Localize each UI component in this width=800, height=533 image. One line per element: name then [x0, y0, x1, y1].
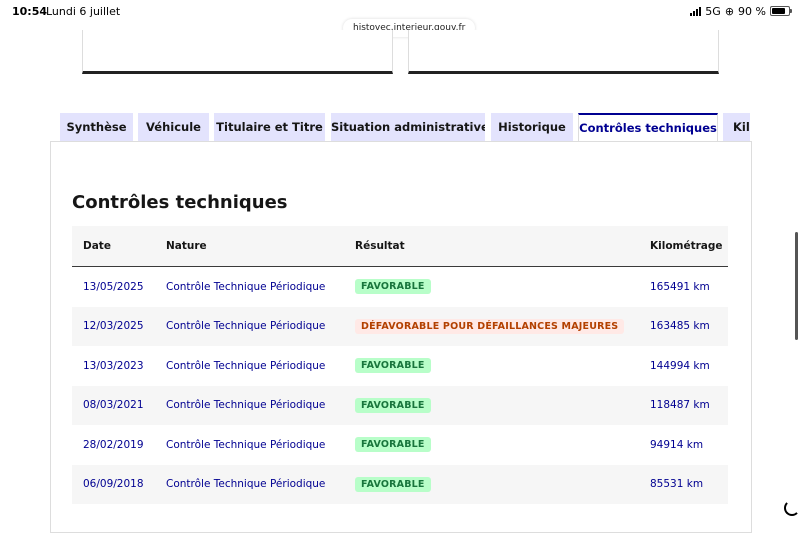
tab-historique[interactable]: Historique: [491, 113, 573, 142]
cell-date: 12/03/2025: [72, 306, 166, 346]
cell-date: 28/02/2019: [83, 438, 144, 451]
column-header-km: Kilométrage: [650, 226, 728, 267]
cellular-signal-icon: [690, 7, 702, 16]
column-header-nature: Nature: [166, 226, 355, 267]
cell-date: 13/05/2025: [83, 280, 144, 293]
result-badge-favorable: FAVORABLE: [355, 476, 431, 492]
result-badge-favorable: FAVORABLE: [355, 358, 431, 374]
cell-result: FAVORABLE: [355, 385, 650, 425]
scrollbar[interactable]: [795, 232, 798, 340]
table-row: 06/09/2018 Contrôle Technique Périodique…: [72, 464, 728, 504]
cell-nature: Contrôle Technique Périodique: [166, 280, 326, 293]
table-row: 13/05/2025 Contrôle Technique Périodique…: [72, 267, 728, 307]
cell-nature: Contrôle Technique Périodique: [166, 359, 326, 372]
cell-km: 118487 km: [650, 385, 728, 425]
info-card-left: [82, 30, 393, 74]
cell-result: FAVORABLE: [355, 267, 650, 307]
network-type: 5G: [705, 5, 721, 18]
cell-date: 13/03/2023: [83, 359, 144, 372]
cell-nature: Contrôle Technique Périodique: [166, 306, 355, 346]
cell-km: 163485 km: [650, 306, 728, 346]
battery-level: [772, 8, 785, 14]
status-indicators: 5G ⊕ 90 %: [690, 5, 766, 18]
result-badge-favorable: FAVORABLE: [355, 437, 431, 453]
tab-controles-techniques[interactable]: Contrôles techniques: [578, 113, 718, 142]
cell-nature: Contrôle Technique Périodique: [166, 464, 355, 504]
cell-result: DÉFAVORABLE POUR DÉFAILLANCES MAJEURES: [355, 306, 650, 346]
section-title: Contrôles techniques: [72, 192, 288, 213]
tab-synthese[interactable]: Synthèse: [60, 113, 133, 142]
cell-result: FAVORABLE: [355, 346, 650, 386]
table-row: 13/03/2023 Contrôle Technique Périodique…: [72, 346, 728, 386]
loading-spinner-icon: [784, 500, 800, 516]
result-badge-favorable: FAVORABLE: [355, 397, 431, 413]
cell-km: 165491 km: [650, 280, 710, 293]
column-header-result: Résultat: [355, 226, 650, 267]
result-badge-favorable: FAVORABLE: [355, 279, 431, 295]
tab-situation-administrative[interactable]: Situation administrative: [331, 113, 485, 142]
info-card-right: [408, 30, 719, 74]
cell-result: FAVORABLE: [355, 464, 650, 504]
cell-nature: Contrôle Technique Périodique: [166, 385, 355, 425]
tab-titulaire[interactable]: Titulaire et Titre: [214, 113, 325, 142]
result-badge-defavorable: DÉFAVORABLE POUR DÉFAILLANCES MAJEURES: [355, 318, 625, 334]
cell-date: 06/09/2018: [72, 464, 166, 504]
battery-icon: [770, 6, 792, 16]
clock: 10:54: [12, 5, 48, 18]
battery-percent: 90 %: [738, 5, 766, 18]
cell-date: 08/03/2021: [72, 385, 166, 425]
cell-km: 94914 km: [650, 438, 704, 451]
table-row: 12/03/2025 Contrôle Technique Périodique…: [72, 306, 728, 346]
cell-km: 85531 km: [650, 464, 728, 504]
orientation-lock-icon: ⊕: [724, 5, 735, 18]
date: Lundi 6 juillet: [46, 5, 121, 18]
controles-table: Date Nature Résultat Kilométrage 13/05/2…: [72, 226, 728, 504]
column-header-date: Date: [72, 226, 166, 267]
tab-bar: Synthèse Véhicule Titulaire et Titre Sit…: [50, 113, 750, 142]
tab-vehicule[interactable]: Véhicule: [138, 113, 209, 142]
table-row: 08/03/2021 Contrôle Technique Périodique…: [72, 385, 728, 425]
table-header-row: Date Nature Résultat Kilométrage: [72, 226, 728, 267]
cell-nature: Contrôle Technique Périodique: [166, 438, 326, 451]
table-row: 28/02/2019 Contrôle Technique Périodique…: [72, 425, 728, 465]
cell-km: 144994 km: [650, 359, 710, 372]
tab-kilometrage[interactable]: Kilo: [723, 113, 750, 142]
cell-result: FAVORABLE: [355, 425, 650, 465]
